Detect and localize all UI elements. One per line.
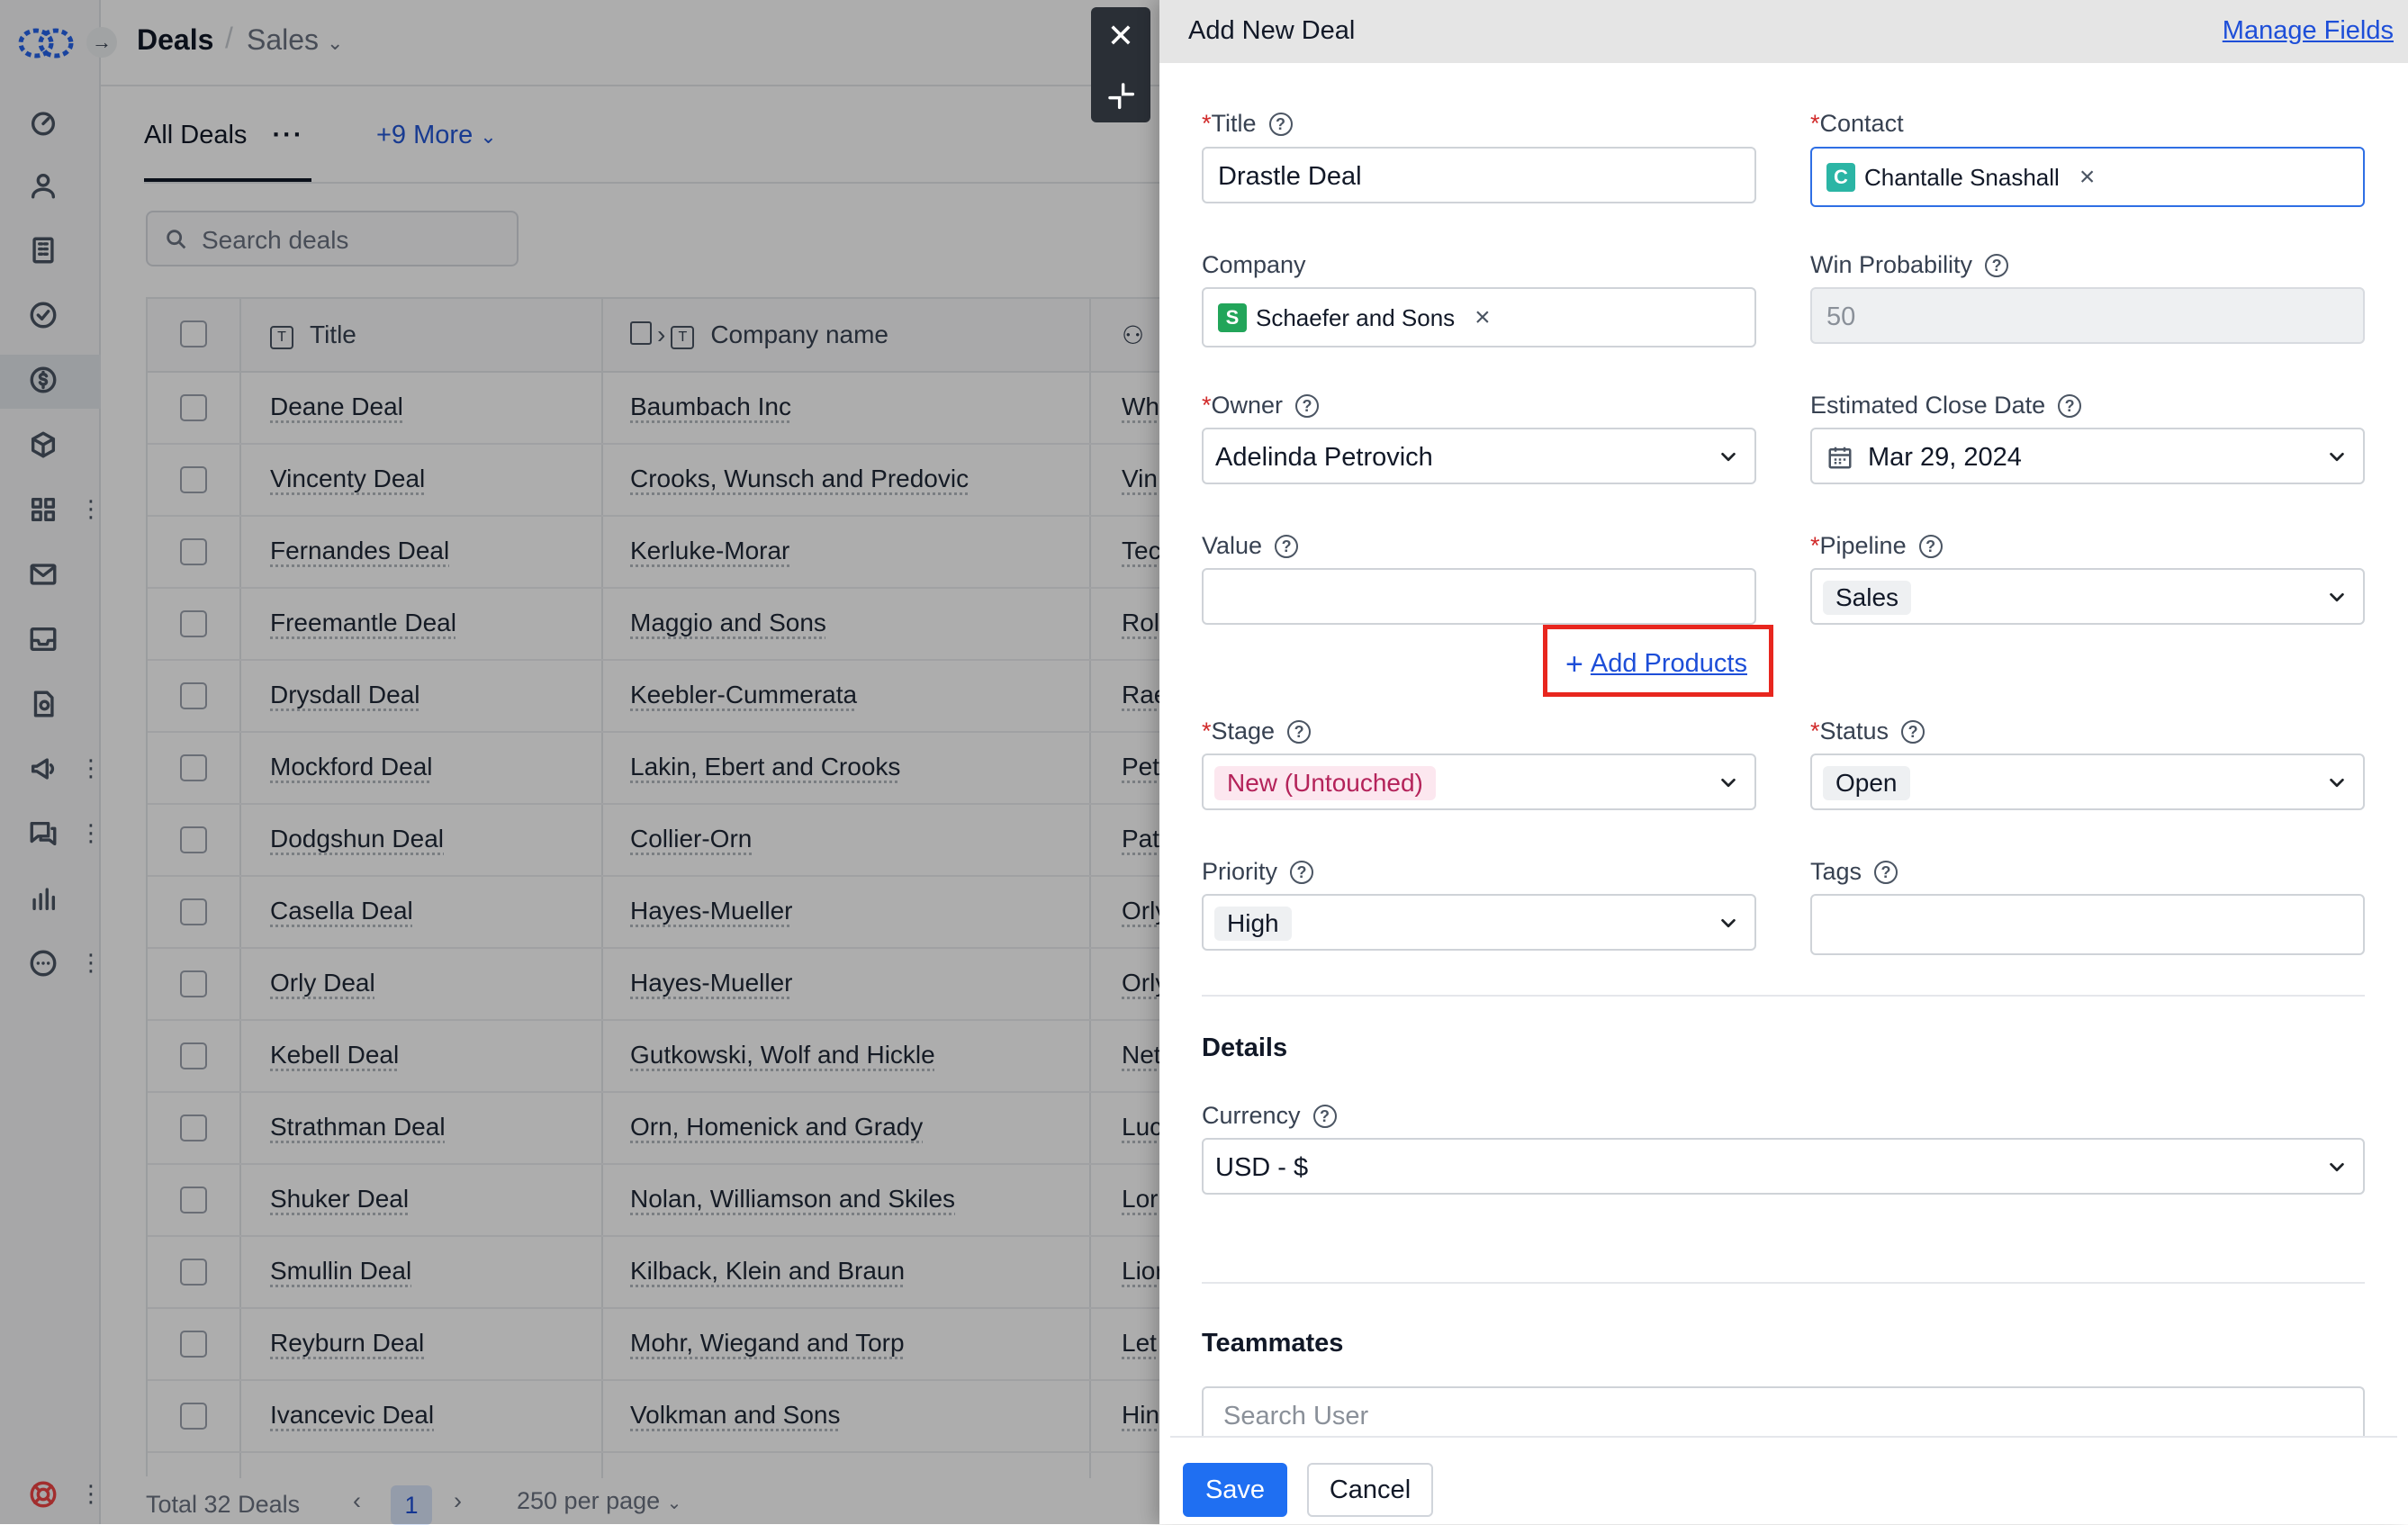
help-icon[interactable]: ? [1901,720,1925,744]
close-date-value: Mar 29, 2024 [1868,443,2022,472]
section-divider [1202,995,2365,997]
add-products-link[interactable]: + Add Products [1565,647,1747,682]
remove-contact-icon[interactable]: × [2079,162,2096,193]
pipeline-select[interactable]: Sales [1810,568,2365,625]
help-icon[interactable]: ? [2058,394,2082,418]
drawer-footer: Save Cancel [1170,1436,2397,1524]
status-label: *Status? [1810,717,1925,745]
calendar-icon [1826,444,1853,475]
win-probability-placeholder: 50 [1826,302,1856,331]
priority-label: Priority? [1202,858,1314,886]
plus-icon: + [1565,647,1583,681]
help-icon[interactable]: ? [1295,394,1320,418]
value-input[interactable] [1202,568,1756,625]
stage-select[interactable]: New (Untouched) [1202,753,1756,810]
close-icon[interactable]: ✕ [1091,18,1150,54]
teammates-heading: Teammates [1202,1329,1344,1358]
tags-label: Tags? [1810,858,1898,886]
search-user-placeholder: Search User [1223,1402,1369,1430]
search-user-input[interactable]: Search User [1202,1386,2365,1443]
contact-chip-label: Chantalle Snashall [1864,163,2060,191]
help-icon[interactable]: ? [1918,535,1943,558]
chevron-down-icon [2327,447,2347,467]
company-avatar: S [1218,303,1247,332]
owner-label: *Owner? [1202,392,1320,420]
tags-input[interactable] [1810,894,2365,955]
close-date-picker[interactable]: Mar 29, 2024 [1810,428,2365,484]
contact-chip: C Chantalle Snashall × [1826,159,2095,195]
add-products-label: Add Products [1590,649,1747,678]
chevron-down-icon [2327,1158,2347,1178]
add-products-highlight: + Add Products [1543,625,1773,697]
priority-chip: High [1214,907,1292,941]
stage-chip: New (Untouched) [1214,766,1436,800]
chevron-down-icon [2327,773,2347,793]
help-icon[interactable]: ? [1290,861,1314,884]
section-divider [1202,1282,2365,1284]
title-label: *Title? [1202,110,1293,138]
title-input-value: Drastle Deal [1218,162,1362,191]
owner-select[interactable]: Adelinda Petrovich [1202,428,1756,484]
save-button[interactable]: Save [1183,1463,1287,1517]
pipeline-chip: Sales [1823,581,1912,615]
title-input[interactable]: Drastle Deal [1202,147,1756,203]
currency-label: Currency? [1202,1102,1337,1130]
drawer-controls: ✕ [1091,7,1150,122]
company-field[interactable]: S Schaefer and Sons × [1202,287,1756,347]
currency-select[interactable]: USD - $ [1202,1138,2365,1195]
pipeline-label: *Pipeline? [1810,532,1943,560]
remove-company-icon[interactable]: × [1475,302,1491,333]
company-chip-label: Schaefer and Sons [1256,303,1456,331]
manage-fields-link[interactable]: Manage Fields [2223,16,2394,46]
value-label: Value? [1202,532,1299,560]
help-icon[interactable]: ? [1268,113,1293,136]
contact-field[interactable]: C Chantalle Snashall × [1810,147,2365,207]
win-probability-label: Win Probability? [1810,251,2009,279]
minimize-icon[interactable] [1106,81,1135,114]
help-icon[interactable]: ? [1874,861,1898,884]
drawer-title: Add New Deal [1188,16,1356,45]
drawer-header: Add New Deal Manage Fields [1159,0,2408,63]
close-date-label: Estimated Close Date? [1810,392,2082,420]
company-label: Company [1202,251,1306,278]
details-heading: Details [1202,1033,1288,1062]
contact-avatar: C [1826,163,1855,192]
chevron-down-icon [1718,773,1738,793]
contact-label: *Contact [1810,110,1904,137]
currency-select-value: USD - $ [1215,1153,1309,1182]
company-chip: S Schaefer and Sons × [1218,300,1491,336]
status-select[interactable]: Open [1810,753,2365,810]
help-icon[interactable]: ? [1287,720,1312,744]
help-icon[interactable]: ? [1985,254,2009,277]
priority-select[interactable]: High [1202,894,1756,951]
win-probability-input: 50 [1810,287,2365,344]
stage-label: *Stage? [1202,717,1312,745]
cancel-button[interactable]: Cancel [1307,1463,1433,1517]
help-icon[interactable]: ? [1275,535,1299,558]
chevron-down-icon [2327,588,2347,608]
chevron-down-icon [1718,447,1738,467]
help-icon[interactable]: ? [1312,1105,1337,1128]
owner-select-value: Adelinda Petrovich [1215,443,1433,472]
status-chip: Open [1823,766,1910,800]
chevron-down-icon [1718,914,1738,934]
